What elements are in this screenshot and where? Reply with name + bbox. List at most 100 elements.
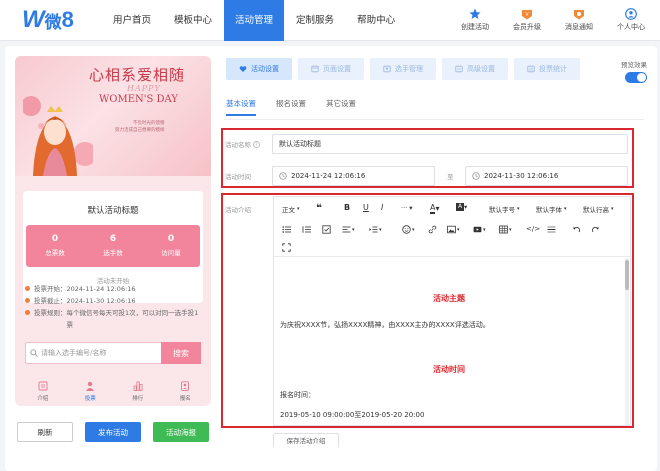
save-intro-button[interactable]: 保存活动介绍 (273, 433, 339, 447)
rank-icon (133, 381, 143, 391)
table-icon[interactable]: ▾ (499, 225, 512, 234)
paragraph-select[interactable]: 正文 ▾ (282, 204, 300, 214)
nav-item-home[interactable]: 用户首页 (102, 0, 162, 41)
logo-cn: 微 (44, 12, 62, 33)
subtab-basic[interactable]: 基本设置 (226, 98, 256, 116)
bottom-nav-label: 投票 (84, 396, 96, 402)
font-family-select[interactable]: 默认字体 ▾ (536, 204, 567, 214)
search-input[interactable]: 请输入选手编号/名称 (25, 342, 161, 364)
subtab-signup[interactable]: 报名设置 (276, 98, 306, 116)
nav-item-help[interactable]: 帮助中心 (346, 0, 406, 41)
nav-item-activities[interactable]: 活动管理 (224, 0, 285, 41)
start-time-input[interactable]: 2024-11-24 12:06:16 (272, 166, 435, 186)
indent-icon[interactable]: ▾ (369, 225, 382, 234)
emoji-icon[interactable]: ▾ (402, 225, 415, 234)
tab-label: 选手管理 (395, 65, 423, 73)
subtab-other[interactable]: 其它设置 (326, 98, 356, 116)
nav-item-templates[interactable]: 模板中心 (163, 0, 223, 41)
create-activity-button[interactable]: 创建活动 (456, 8, 494, 32)
link-icon[interactable] (428, 225, 437, 234)
sub-tabs: 基本设置 报名设置 其它设置 (226, 98, 356, 116)
font-color-icon[interactable]: A ▾ (430, 203, 440, 214)
bulleted-list-icon[interactable] (282, 225, 291, 234)
refresh-button[interactable]: 刷新 (17, 422, 73, 442)
search-bar: 请输入选手编号/名称 搜索 (25, 342, 201, 364)
dot-icon (25, 286, 30, 291)
stat-value: 0 (51, 234, 59, 244)
banner-en-happy: HAPPY (127, 84, 161, 93)
info-value: 2024-11-24 12:06:16 (66, 285, 136, 293)
quote-icon[interactable]: ❝ (316, 203, 322, 214)
image-icon[interactable]: ▾ (447, 225, 460, 234)
vote-icon (86, 381, 95, 391)
bottom-nav-rank[interactable]: 排行 (114, 381, 162, 402)
page-icon (311, 65, 319, 73)
stat-label: 选手数 (103, 249, 123, 257)
line-height-label: 默认行高 (583, 206, 609, 214)
editor-content[interactable]: 活动主题 为庆祝XXXX节，弘扬XXXX精神，由XXXX主办的XXXX评选活动。… (274, 258, 624, 426)
video-icon[interactable]: ▾ (473, 225, 486, 234)
info-row-end: 投票截止： 2024-11-30 12:06:16 (25, 295, 203, 307)
tab-label: 活动设置 (251, 65, 279, 73)
bottom-nav-signup[interactable]: 报名 (162, 381, 210, 402)
activity-intro-label: 活动介绍 (225, 206, 251, 214)
line-height-select[interactable]: 默认行高 ▾ (583, 204, 614, 214)
poster-button[interactable]: 活动海报 (153, 422, 209, 442)
font-family-label: 默认字体 (536, 206, 562, 214)
activity-name-input[interactable]: 默认活动标题 (272, 134, 628, 154)
user-icon (625, 8, 637, 20)
background-color-icon[interactable]: A ▾ (456, 203, 467, 211)
banner-illustration (23, 96, 93, 176)
tab-label: 投票统计 (539, 65, 567, 73)
checklist-icon[interactable] (322, 225, 331, 234)
italic-icon[interactable]: I (381, 203, 383, 212)
member-upgrade-button[interactable]: V 会员升级 (508, 8, 546, 32)
activity-name-label: 活动名称 ? (225, 139, 260, 149)
clock-icon (472, 172, 480, 180)
info-row-rule: 投票规则： 每个微信号每天可投1次，可以对同一选手投1票 (25, 307, 203, 331)
end-time-input[interactable]: 2024-11-30 12:06:16 (465, 166, 628, 186)
numbered-list-icon[interactable] (302, 225, 311, 234)
stats-bar: 0 总票数 6 选手数 0 访问量 (26, 225, 200, 267)
logo[interactable]: W 微 8 (22, 6, 74, 33)
heart-icon (239, 66, 247, 72)
banner: 心相系爱相随 HAPPY WOMEN'S DAY 不负时光的馈赠 努力活成自己想… (15, 56, 211, 176)
font-size-select[interactable]: 默认字号 ▾ (489, 204, 520, 214)
member-upgrade-label: 会员升级 (513, 23, 541, 31)
tab-vote-statistics[interactable]: 投票统计 (514, 58, 580, 80)
tab-advanced-settings[interactable]: 高级设置 (442, 58, 508, 80)
panel-tabs: 活动设置 页面设置 选手管理 高级设置 投票统计 (226, 58, 580, 80)
contestant-icon (383, 65, 391, 73)
nav-item-custom[interactable]: 定制服务 (285, 0, 345, 41)
editor-scrollbar[interactable] (625, 258, 629, 425)
redo-icon[interactable] (591, 225, 600, 234)
rich-text-editor: 正文 ▾ ❝ B U I ··· ▾ A ▾ A ▾ 默认字号 ▾ 默认字体 ▾… (273, 196, 631, 426)
undo-icon[interactable] (572, 225, 581, 234)
publish-button[interactable]: 发布活动 (85, 422, 141, 442)
settings-panel: 活动设置 页面设置 选手管理 高级设置 投票统计 预览效果 基本设置 报名设置 … (211, 46, 657, 471)
bottom-nav-label: 报名 (179, 396, 191, 402)
banner-en-womens-day: WOMEN'S DAY (99, 94, 178, 105)
fullscreen-icon[interactable] (282, 243, 291, 252)
more-icon[interactable]: ··· ▾ (401, 204, 413, 212)
stat-value: 0 (167, 234, 175, 244)
personal-center-button[interactable]: 个人中心 (612, 8, 650, 32)
bottom-nav-vote[interactable]: 投票 (67, 381, 115, 402)
tab-page-settings[interactable]: 页面设置 (298, 58, 364, 80)
banner-title: 心相系爱相随 (89, 66, 186, 84)
bottom-nav-intro[interactable]: 介绍 (19, 381, 67, 402)
notifications-button[interactable]: 消息通知 (560, 8, 598, 32)
bold-icon[interactable]: B (344, 203, 350, 212)
tab-activity-settings[interactable]: 活动设置 (226, 58, 292, 80)
search-button[interactable]: 搜索 (161, 342, 201, 364)
mobile-preview-panel: 心相系爱相随 HAPPY WOMEN'S DAY 不负时光的馈赠 努力活成自己想… (5, 46, 222, 471)
stat-contestants: 6 选手数 (84, 225, 142, 267)
code-icon[interactable]: </> (526, 225, 540, 233)
align-icon[interactable]: ▾ (342, 225, 355, 234)
activity-name-label-text: 活动名称 (225, 141, 251, 149)
underline-icon[interactable]: U (363, 203, 369, 212)
divider-line-icon[interactable] (547, 225, 556, 234)
dot-icon (25, 310, 30, 315)
tab-contestant-management[interactable]: 选手管理 (370, 58, 436, 80)
preview-toggle[interactable] (625, 72, 647, 83)
